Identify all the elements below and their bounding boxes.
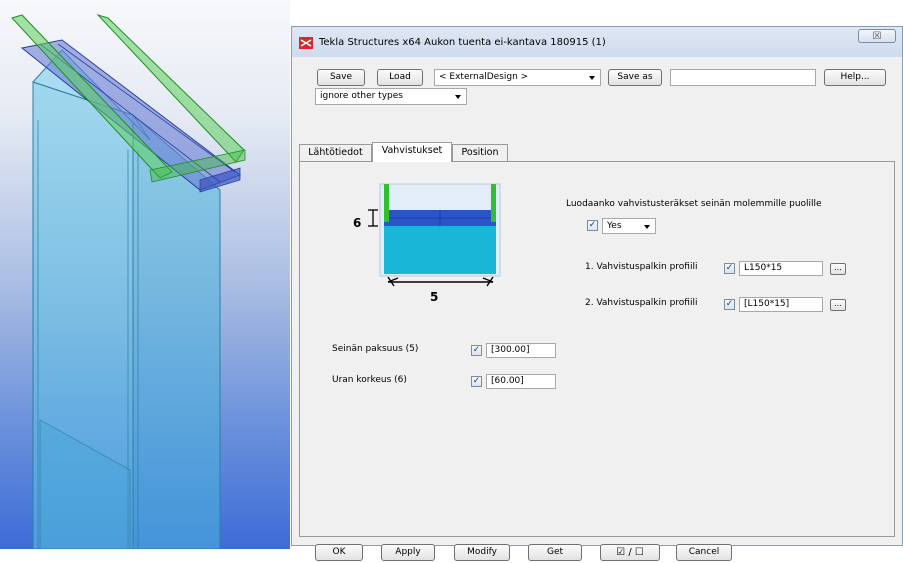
design-select[interactable]: < ExternalDesign >	[434, 69, 601, 86]
section-diagram	[368, 183, 501, 287]
chevron-down-icon	[589, 76, 595, 80]
groove-height-checkbox[interactable]: ✓	[471, 376, 482, 387]
tab-panel-vahvistukset: 6 5 Luodaanko vahvistusteräkset seinän m…	[299, 161, 895, 537]
profile1-browse-button[interactable]: ...	[830, 263, 846, 275]
dim-6-label: 6	[353, 216, 362, 230]
both-sides-checkbox[interactable]: ✓	[587, 220, 598, 231]
apply-button[interactable]: Apply	[381, 544, 435, 561]
tekla-logo-icon	[299, 37, 313, 49]
toggle-all-button[interactable]: ☑ / ☐	[600, 544, 660, 561]
save-as-button[interactable]: Save as	[608, 69, 662, 86]
tab-lahtotiedot[interactable]: Lähtötiedot	[299, 144, 372, 161]
dialog-body: Save Load < ExternalDesign > Save as Hel…	[293, 57, 901, 561]
profile2-label: 2. Vahvistuspalkin profiili	[585, 298, 698, 308]
ok-button[interactable]: OK	[315, 544, 363, 561]
model-3d-view	[11, 13, 246, 549]
save-button[interactable]: Save	[317, 69, 365, 86]
profile1-checkbox[interactable]: ✓	[724, 263, 735, 274]
dialog-titlebar[interactable]: Tekla Structures x64 Aukon tuenta ei-kan…	[292, 27, 902, 57]
groove-height-input[interactable]: [60.00]	[486, 374, 556, 389]
design-select-value: < ExternalDesign >	[439, 72, 529, 82]
angle-left-section	[384, 184, 389, 222]
component-dialog: Tekla Structures x64 Aukon tuenta ei-kan…	[291, 26, 903, 561]
wall-section	[384, 222, 496, 274]
profile1-label: 1. Vahvistuspalkin profiili	[585, 262, 698, 272]
dim-5-label: 5	[430, 290, 439, 304]
get-button[interactable]: Get	[528, 544, 582, 561]
bottom-button-bar: OK Apply Modify Get ☑ / ☐ Cancel	[293, 541, 901, 563]
groove-height-label: Uran korkeus (6)	[332, 375, 407, 385]
wall-thickness-label: Seinän paksuus (5)	[332, 344, 419, 354]
chevron-down-icon	[455, 95, 461, 99]
profile2-browse-button[interactable]: ...	[830, 299, 846, 311]
close-button[interactable]: ☒	[858, 29, 896, 43]
close-icon: ☒	[872, 31, 882, 42]
save-as-input[interactable]	[670, 69, 816, 86]
type-filter-value: ignore other types	[320, 91, 403, 101]
modify-button[interactable]: Modify	[454, 544, 510, 561]
tab-position[interactable]: Position	[452, 144, 508, 161]
both-sides-question: Luodaanko vahvistusteräkset seinän molem…	[566, 199, 822, 209]
type-filter-select[interactable]: ignore other types	[315, 88, 467, 105]
profile1-input[interactable]: L150*15	[739, 261, 823, 276]
profile2-checkbox[interactable]: ✓	[724, 299, 735, 310]
chevron-down-icon	[644, 225, 650, 229]
both-sides-select[interactable]: Yes	[602, 218, 656, 234]
wall-thickness-checkbox[interactable]: ✓	[471, 345, 482, 356]
help-button[interactable]: Help...	[824, 69, 886, 86]
dialog-title: Tekla Structures x64 Aukon tuenta ei-kan…	[319, 37, 606, 48]
load-button[interactable]: Load	[377, 69, 423, 86]
tab-vahvistukset[interactable]: Vahvistukset	[372, 142, 452, 162]
angle-right-section	[491, 184, 496, 222]
wall-thickness-input[interactable]: [300.00]	[486, 343, 556, 358]
model-viewport[interactable]	[0, 0, 290, 549]
cancel-button[interactable]: Cancel	[676, 544, 732, 561]
both-sides-value: Yes	[607, 221, 622, 231]
profile2-input[interactable]: [L150*15]	[739, 297, 823, 312]
